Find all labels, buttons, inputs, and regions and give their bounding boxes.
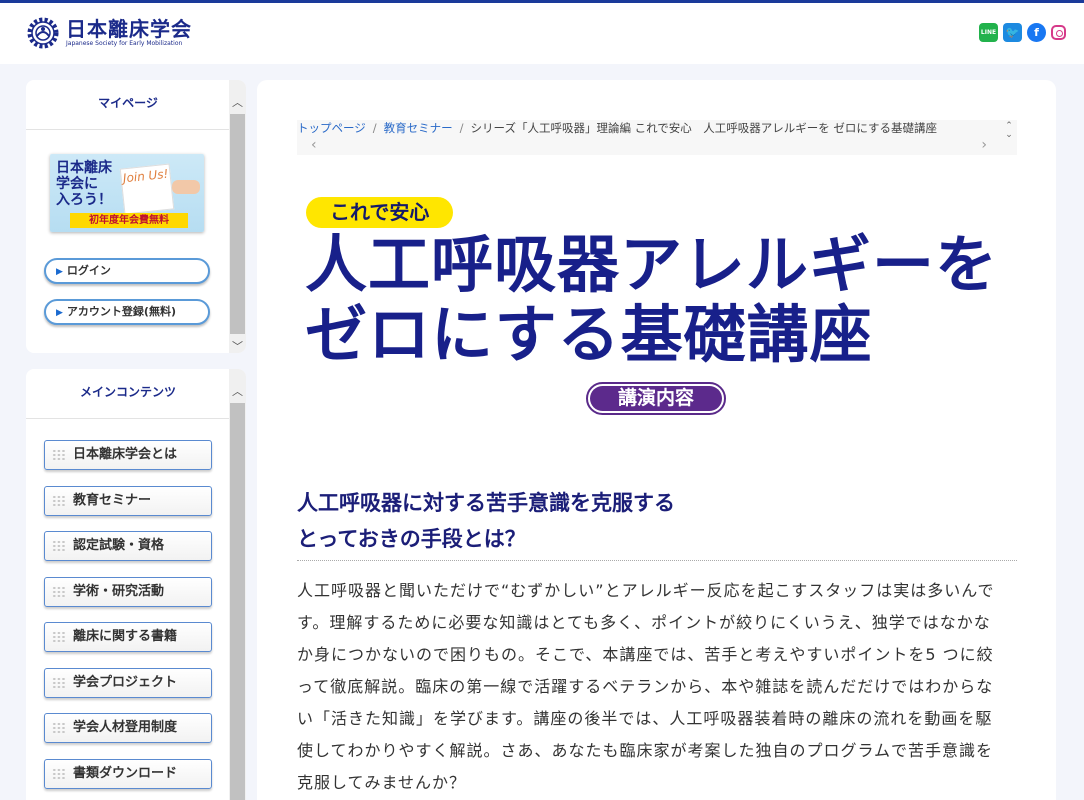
menu-item-label: 学術・研究活動 [73,584,165,599]
register-button[interactable]: ▶ アカウント登録(無料) [44,299,210,325]
banner-note: 初年度年会費無料 [70,213,188,228]
lecture-content-badge: 講演内容 [586,382,726,415]
register-label: アカウント登録(無料) [66,305,176,318]
logo-title: 日本離床学会 [66,17,192,41]
mypage-title: マイページ [26,80,246,130]
login-button[interactable]: ▶ ログイン [44,258,210,284]
grip-icon [52,495,66,507]
join-banner[interactable]: 日本離床 学会に 入ろう！ Join Us! 初年度年会費無料 [50,154,204,232]
menu-item-label: 離床に関する書籍 [73,629,178,644]
breadcrumb-home[interactable]: トップページ [297,121,366,135]
instagram-icon[interactable] [1051,25,1066,40]
mypage-panel: マイページ 日本離床 学会に 入ろう！ Join Us! 初年度年会費無料 ▶ ロ… [26,80,246,353]
grip-icon [52,722,66,734]
main-content: トップページ / 教育セミナー / シリーズ「人工呼吸器」理論編 これで安心 人工呼吸器… [257,80,1056,800]
play-triangle-icon: ▶ [56,267,63,277]
main-contents-scrollbar[interactable]: ︿ [229,369,246,800]
badge-label: 講演内容 [590,386,722,411]
menu-item-about[interactable]: 日本離床学会とは [44,440,212,470]
grip-icon [52,586,66,598]
logo-gear-icon [27,17,59,49]
menu-item-label: 学会プロジェクト [73,675,178,690]
breadcrumb-section[interactable]: 教育セミナー [384,121,453,135]
hero-title: 人工呼吸器アレルギーを ゼロにする基礎講座 [305,230,998,370]
scroll-thumb[interactable] [230,114,245,334]
site-header: 日本離床学会 Japanese Society for Early Mobili… [0,3,1084,64]
hero-title-line1: 人工呼吸器アレルギーを [305,228,999,301]
breadcrumb-current: シリーズ「人工呼吸器」理論編 これで安心 人工呼吸器アレルギーを ゼロにする基礎… [470,121,938,135]
scroll-up-icon[interactable]: ︿ [229,94,246,111]
play-triangle-icon: ▶ [56,308,63,318]
menu-item-label: 日本離床学会とは [73,447,178,462]
hero-tagline: これで安心 [306,197,454,228]
facebook-icon[interactable]: f [1027,23,1046,42]
breadcrumb-scroll-control[interactable]: ⌃ ⌄ [1001,122,1017,140]
menu-item-certification[interactable]: 認定試験・資格 [44,531,212,561]
hero-title-line2: ゼロにする基礎講座 [305,298,873,371]
twitter-icon[interactable]: 🐦 [1003,23,1022,42]
menu-item-label: 書類ダウンロード [73,766,178,781]
menu-item-label: 教育セミナー [73,493,152,508]
chevron-left-icon[interactable]: ‹ [311,137,317,153]
chevron-right-icon[interactable]: › [981,137,987,153]
main-contents-panel: メインコンテンツ 日本離床学会とは 教育セミナー 認定試験・資格 学術・研究活動… [26,369,246,800]
main-contents-title: メインコンテンツ [26,369,246,419]
grip-icon [52,677,66,689]
menu-item-label: 認定試験・資格 [73,538,165,553]
heading-divider [297,560,1017,561]
breadcrumb: トップページ / 教育セミナー / シリーズ「人工呼吸器」理論編 これで安心 人工呼吸器… [297,120,1017,155]
banner-join-card: Join Us! [119,163,175,215]
banner-text: 日本離床 学会に 入ろう！ [56,160,112,208]
menu-item-label: 学会人材登用制度 [73,720,178,735]
breadcrumb-separator: / [459,121,464,135]
login-label: ログイン [66,264,111,277]
menu-item-research[interactable]: 学術・研究活動 [44,577,212,607]
grip-icon [52,631,66,643]
mypage-scrollbar[interactable]: ︿ ﹀ [229,80,246,353]
menu-item-downloads[interactable]: 書類ダウンロード [44,759,212,789]
line-icon[interactable]: LINE [979,23,998,42]
menu-item-seminar[interactable]: 教育セミナー [44,486,212,516]
body-paragraph: 人工呼吸器と聞いただけで“むずかしい”とアレルギー反応を起こすスタッフは実は多い… [297,581,995,792]
site-logo[interactable]: 日本離床学会 Japanese Society for Early Mobili… [26,16,192,50]
breadcrumb-separator: / [372,121,377,135]
scroll-up-icon[interactable]: ︿ [229,383,246,400]
section-heading: 人工呼吸器に対する苦手意識を克服する とっておきの手段とは？ [297,491,675,551]
scroll-thumb[interactable] [230,403,245,800]
scroll-down-icon[interactable]: ﹀ [229,338,246,353]
grip-icon [52,540,66,552]
menu-item-projects[interactable]: 学会プロジェクト [44,668,212,698]
menu-item-talent[interactable]: 学会人材登用制度 [44,713,212,743]
grip-icon [52,449,66,461]
banner-hand-image [172,180,200,194]
menu-item-books[interactable]: 離床に関する書籍 [44,622,212,652]
grip-icon [52,768,66,780]
logo-subtitle: Japanese Society for Early Mobilization [66,40,183,47]
social-links: LINE 🐦 f [979,23,1066,42]
